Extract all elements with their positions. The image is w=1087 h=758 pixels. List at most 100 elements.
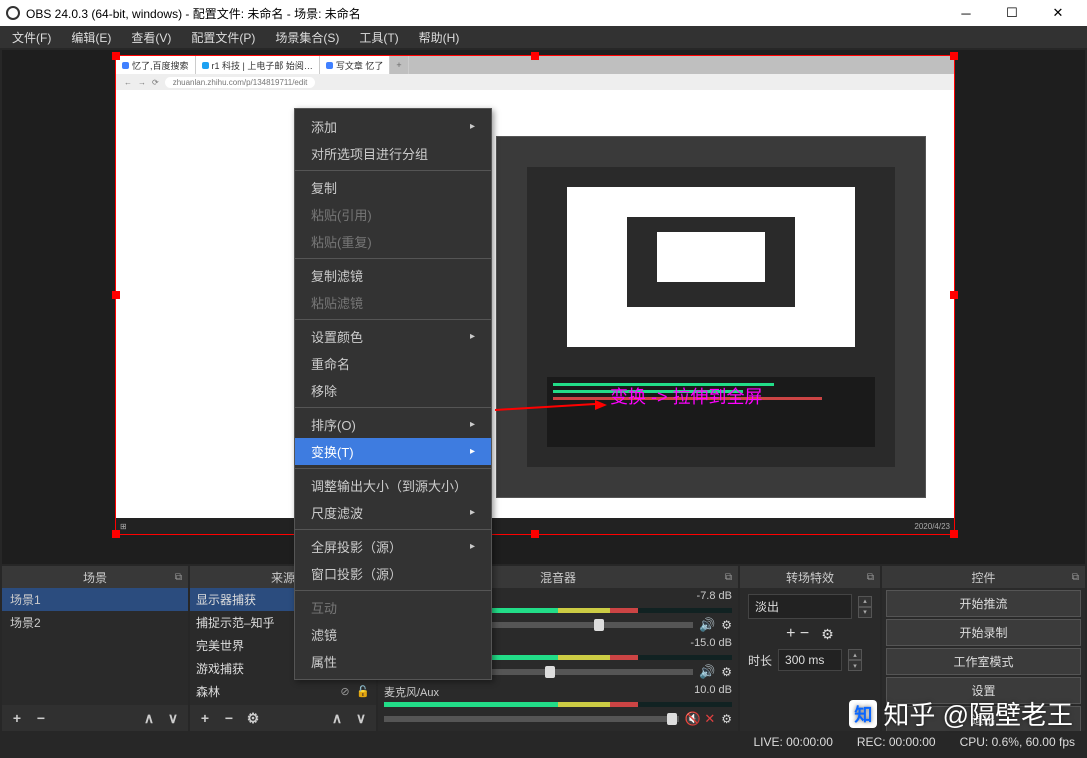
start-recording-button[interactable]: 开始录制 [886, 619, 1081, 646]
browser-tab: r1 科技 | 上电子邮 始阅… [212, 59, 313, 72]
menu-view[interactable]: 查看(V) [123, 27, 179, 48]
transition-settings-button[interactable]: ⚙ [821, 626, 834, 643]
zhihu-icon: 知 [849, 700, 877, 728]
scene-item[interactable]: 场景1 [2, 588, 188, 611]
close-button[interactable]: ✕ [1035, 0, 1081, 26]
maximize-button[interactable]: ☐ [989, 0, 1035, 26]
preview-area[interactable]: 忆了,百度搜索 r1 科技 | 上电子邮 始阅… 写文章 忆了 + ←→⟳ zh… [2, 50, 1085, 564]
browser-new-tab: + [390, 56, 408, 74]
context-menu-item[interactable]: 复制滤镜 [295, 262, 491, 289]
recursive-capture [496, 136, 926, 498]
status-live: LIVE: 00:00:00 [753, 735, 832, 749]
sources-title: 来源 [271, 569, 295, 586]
watermark: 知 知乎 @隔壁老王 [849, 695, 1073, 732]
scene-item[interactable]: 场景2 [2, 611, 188, 634]
popout-icon[interactable]: ⧉ [725, 572, 732, 583]
add-source-button[interactable]: + [194, 708, 216, 728]
menu-scene-collection[interactable]: 场景集合(S) [267, 27, 347, 48]
statusbar: LIVE: 00:00:00 REC: 00:00:00 CPU: 0.6%, … [0, 731, 1087, 753]
resize-handle[interactable] [950, 530, 958, 538]
duration-spinner[interactable]: ▴▾ [848, 649, 862, 671]
channel-settings-button[interactable]: ⚙ [721, 712, 732, 726]
context-menu-item[interactable]: 窗口投影（源） [295, 560, 491, 587]
context-menu-item: 粘贴(引用) [295, 201, 491, 228]
visibility-icon[interactable]: ⊘ [338, 685, 352, 698]
scenes-list[interactable]: 场景1 场景2 [2, 588, 188, 705]
resize-handle[interactable] [531, 530, 539, 538]
transition-title: 转场特效 [786, 569, 834, 586]
mute-button[interactable]: 🔇 ✕ [685, 711, 716, 727]
popout-icon[interactable]: ⧉ [1072, 572, 1079, 583]
mute-button[interactable]: 🔊 [699, 664, 715, 680]
resize-handle[interactable] [531, 52, 539, 60]
add-transition-button[interactable]: + − [786, 625, 809, 643]
context-menu-item: 粘贴(重复) [295, 228, 491, 255]
popout-icon[interactable]: ⧉ [175, 572, 182, 583]
mixer-title: 混音器 [540, 569, 576, 586]
context-menu-item[interactable]: 调整输出大小（到源大小） [295, 472, 491, 499]
move-up-button[interactable]: ∧ [326, 708, 348, 728]
menu-help[interactable]: 帮助(H) [411, 27, 468, 48]
lock-icon[interactable]: 🔓 [356, 685, 370, 698]
channel-db: 10.0 dB [694, 684, 732, 700]
resize-handle[interactable] [112, 530, 120, 538]
annotation-text: 变换 -> 拉伸到全屏 [610, 383, 763, 409]
captured-browser-chrome: 忆了,百度搜索 r1 科技 | 上电子邮 始阅… 写文章 忆了 + ←→⟳ zh… [116, 56, 954, 90]
minimize-button[interactable]: ─ [943, 0, 989, 26]
context-menu-item[interactable]: 排序(O) [295, 411, 491, 438]
context-menu-item[interactable]: 移除 [295, 377, 491, 404]
menu-edit[interactable]: 编辑(E) [63, 27, 119, 48]
controls-title: 控件 [971, 569, 995, 586]
vu-meter [384, 702, 732, 707]
context-menu-item[interactable]: 滤镜 [295, 621, 491, 648]
context-menu-item[interactable]: 添加 [295, 113, 491, 140]
start-streaming-button[interactable]: 开始推流 [886, 590, 1081, 617]
move-down-button[interactable]: ∨ [162, 708, 184, 728]
remove-source-button[interactable]: − [218, 708, 240, 728]
channel-db: -15.0 dB [690, 637, 732, 653]
context-menu-item[interactable]: 全屏投影（源） [295, 533, 491, 560]
mixer-channel: 麦克风/Aux10.0 dB 🔇 ✕ ⚙ [378, 682, 738, 729]
window-title: OBS 24.0.3 (64-bit, windows) - 配置文件: 未命名… [26, 5, 943, 22]
channel-db: -7.8 dB [697, 590, 732, 606]
resize-handle[interactable] [950, 291, 958, 299]
transition-spinner[interactable]: ▴▾ [858, 596, 872, 618]
context-menu-item[interactable]: 复制 [295, 174, 491, 201]
context-menu-item[interactable]: 变换(T) [295, 438, 491, 465]
move-up-button[interactable]: ∧ [138, 708, 160, 728]
channel-settings-button[interactable]: ⚙ [721, 618, 732, 632]
channel-settings-button[interactable]: ⚙ [721, 665, 732, 679]
titlebar: OBS 24.0.3 (64-bit, windows) - 配置文件: 未命名… [0, 0, 1087, 26]
menubar: 文件(F) 编辑(E) 查看(V) 配置文件(P) 场景集合(S) 工具(T) … [0, 26, 1087, 48]
browser-tab: 忆了,百度搜索 [132, 59, 189, 72]
popout-icon[interactable]: ⧉ [867, 572, 874, 583]
context-menu-item[interactable]: 重命名 [295, 350, 491, 377]
context-menu-item[interactable]: 对所选项目进行分组 [295, 140, 491, 167]
remove-scene-button[interactable]: − [30, 708, 52, 728]
duration-input[interactable] [778, 649, 842, 671]
status-rec: REC: 00:00:00 [857, 735, 936, 749]
add-scene-button[interactable]: + [6, 708, 28, 728]
context-menu-item: 互动 [295, 594, 491, 621]
menu-tools[interactable]: 工具(T) [351, 27, 406, 48]
source-item[interactable]: 森林 ⊘ 🔓 [190, 680, 376, 703]
volume-fader[interactable] [384, 716, 679, 722]
menu-profile[interactable]: 配置文件(P) [183, 27, 263, 48]
preview-canvas: 忆了,百度搜索 r1 科技 | 上电子邮 始阅… 写文章 忆了 + ←→⟳ zh… [116, 56, 954, 534]
resize-handle[interactable] [950, 52, 958, 60]
annotation-arrow-icon [495, 400, 615, 420]
taskbar-date: 2020/4/23 [914, 522, 950, 531]
context-menu-item[interactable]: 设置颜色 [295, 323, 491, 350]
scenes-title: 场景 [83, 569, 107, 586]
move-down-button[interactable]: ∨ [350, 708, 372, 728]
resize-handle[interactable] [112, 52, 120, 60]
source-properties-button[interactable]: ⚙ [242, 708, 264, 728]
menu-file[interactable]: 文件(F) [4, 27, 59, 48]
context-menu-item: 粘贴滤镜 [295, 289, 491, 316]
resize-handle[interactable] [112, 291, 120, 299]
context-menu-item[interactable]: 尺度滤波 [295, 499, 491, 526]
transition-select[interactable]: 淡出 [748, 594, 852, 619]
mute-button[interactable]: 🔊 [699, 617, 715, 633]
studio-mode-button[interactable]: 工作室模式 [886, 648, 1081, 675]
context-menu-item[interactable]: 属性 [295, 648, 491, 675]
